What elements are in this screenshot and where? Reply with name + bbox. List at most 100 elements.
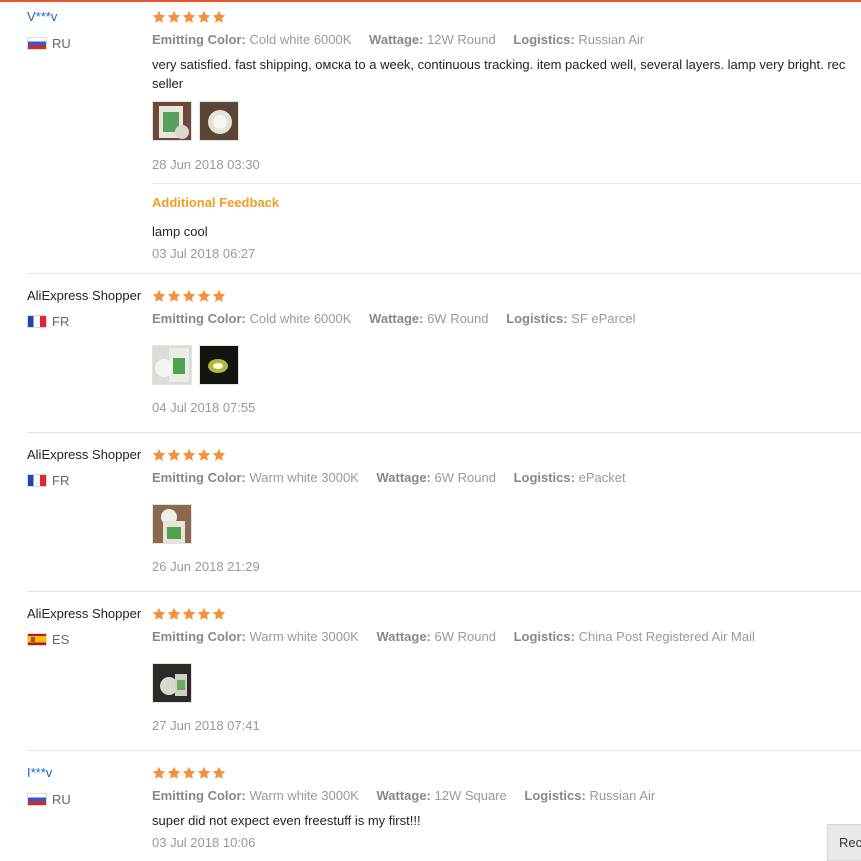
- country-code: RU: [52, 792, 71, 807]
- emitting-color-label: Emitting Color:: [152, 788, 246, 803]
- product-attributes: Emitting Color: Warm white 3000K Wattage…: [152, 788, 669, 803]
- recommend-button[interactable]: Rec: [827, 824, 861, 861]
- star-icon: [167, 289, 181, 303]
- emitting-color-label: Emitting Color:: [152, 470, 246, 485]
- lamp-photo-icon: [153, 664, 191, 702]
- france-flag-icon: [27, 315, 47, 328]
- review-divider: [27, 273, 861, 274]
- star-icon: [167, 10, 181, 24]
- review-photos: [152, 504, 192, 544]
- logistics-value: SF eParcel: [571, 311, 636, 326]
- star-rating: [152, 607, 226, 621]
- product-attributes: Emitting Color: Cold white 6000K Wattage…: [152, 311, 649, 326]
- lamp-box-photo-icon: [153, 102, 191, 140]
- star-icon: [197, 289, 211, 303]
- star-rating: [152, 289, 226, 303]
- review-photo-thumbnail[interactable]: [152, 663, 192, 703]
- reviewer-name-link[interactable]: V***v: [27, 9, 57, 24]
- review-comment: super did not expect even freestuff is m…: [152, 813, 421, 828]
- wattage-value: 6W Round: [434, 470, 496, 485]
- review-photos: [152, 101, 239, 141]
- reviewer-name-link[interactable]: I***v: [27, 765, 52, 780]
- wattage-label: Wattage:: [376, 788, 431, 803]
- star-icon: [182, 448, 196, 462]
- logistics-label: Logistics:: [524, 788, 586, 803]
- wattage-value: 6W Round: [427, 311, 489, 326]
- wattage-value: 6W Round: [434, 629, 496, 644]
- reviewer-country: RU: [27, 792, 71, 807]
- star-icon: [212, 448, 226, 462]
- logistics-value: Russian Air: [578, 32, 645, 47]
- reviewer-name: AliExpress Shopper: [27, 288, 142, 303]
- product-attributes: Emitting Color: Warm white 3000K Wattage…: [152, 470, 640, 485]
- review-photo-thumbnail[interactable]: [199, 101, 239, 141]
- wattage-value: 12W Square: [434, 788, 507, 803]
- emitting-color-label: Emitting Color:: [152, 32, 246, 47]
- emitting-color-value: Warm white 3000K: [249, 470, 359, 485]
- lamp-box-photo-icon: [153, 346, 191, 384]
- review-photo-thumbnail[interactable]: [152, 101, 192, 141]
- additional-feedback-divider: [152, 183, 861, 184]
- star-rating: [152, 448, 226, 462]
- reviewer-name: AliExpress Shopper: [27, 447, 142, 462]
- star-icon: [212, 10, 226, 24]
- additional-feedback-title: Additional Feedback: [152, 195, 280, 210]
- star-icon: [182, 607, 196, 621]
- star-icon: [212, 607, 226, 621]
- star-icon: [197, 10, 211, 24]
- logistics-value: Russian Air: [589, 788, 656, 803]
- star-icon: [182, 766, 196, 780]
- star-icon: [197, 448, 211, 462]
- emitting-color-value: Cold white 6000K: [249, 32, 352, 47]
- russia-flag-icon: [27, 37, 47, 50]
- star-icon: [212, 766, 226, 780]
- star-icon: [197, 607, 211, 621]
- star-icon: [197, 766, 211, 780]
- review-divider: [27, 432, 861, 433]
- review-comment-line: very satisfied. fast shipping, омска to …: [152, 57, 846, 72]
- lamp-photo-icon: [200, 102, 238, 140]
- review-photo-thumbnail[interactable]: [199, 345, 239, 385]
- logistics-label: Logistics:: [513, 629, 575, 644]
- star-rating: [152, 766, 226, 780]
- star-icon: [167, 766, 181, 780]
- lamp-box-photo-icon: [153, 505, 191, 543]
- country-code: FR: [52, 473, 70, 488]
- emitting-color-value: Warm white 3000K: [249, 629, 359, 644]
- country-code: FR: [52, 314, 70, 329]
- wattage-label: Wattage:: [376, 470, 431, 485]
- logistics-value: ePacket: [578, 470, 626, 485]
- review-date: 26 Jun 2018 21:29: [152, 559, 260, 574]
- emitting-color-value: Cold white 6000K: [249, 311, 352, 326]
- star-rating: [152, 10, 226, 24]
- review-date: 28 Jun 2018 03:30: [152, 157, 260, 172]
- reviewer-country: FR: [27, 473, 69, 488]
- star-icon: [167, 448, 181, 462]
- lit-lamp-photo-icon: [200, 346, 238, 384]
- emitting-color-label: Emitting Color:: [152, 629, 246, 644]
- review-divider: [27, 750, 861, 751]
- reviewer-country: RU: [27, 36, 71, 51]
- spain-flag-icon: [27, 633, 47, 646]
- wattage-label: Wattage:: [369, 32, 424, 47]
- reviewer-country: ES: [27, 632, 69, 647]
- additional-feedback-date: 03 Jul 2018 06:27: [152, 246, 256, 261]
- wattage-label: Wattage:: [376, 629, 431, 644]
- review-comment: very satisfied. fast shipping, омска to …: [152, 55, 861, 93]
- star-icon: [167, 607, 181, 621]
- logistics-label: Logistics:: [506, 311, 568, 326]
- star-icon: [212, 289, 226, 303]
- review-photo-thumbnail[interactable]: [152, 504, 192, 544]
- reviewer-name: AliExpress Shopper: [27, 606, 142, 621]
- emitting-color-value: Warm white 3000K: [249, 788, 359, 803]
- review-date: 27 Jun 2018 07:41: [152, 718, 260, 733]
- country-code: RU: [52, 36, 71, 51]
- star-icon: [152, 766, 166, 780]
- wattage-label: Wattage:: [369, 311, 424, 326]
- logistics-value: China Post Registered Air Mail: [578, 629, 755, 644]
- review-date: 03 Jul 2018 10:06: [152, 835, 256, 850]
- star-icon: [182, 289, 196, 303]
- additional-feedback-comment: lamp cool: [152, 224, 208, 239]
- product-attributes: Emitting Color: Cold white 6000K Wattage…: [152, 32, 658, 47]
- review-photo-thumbnail[interactable]: [152, 345, 192, 385]
